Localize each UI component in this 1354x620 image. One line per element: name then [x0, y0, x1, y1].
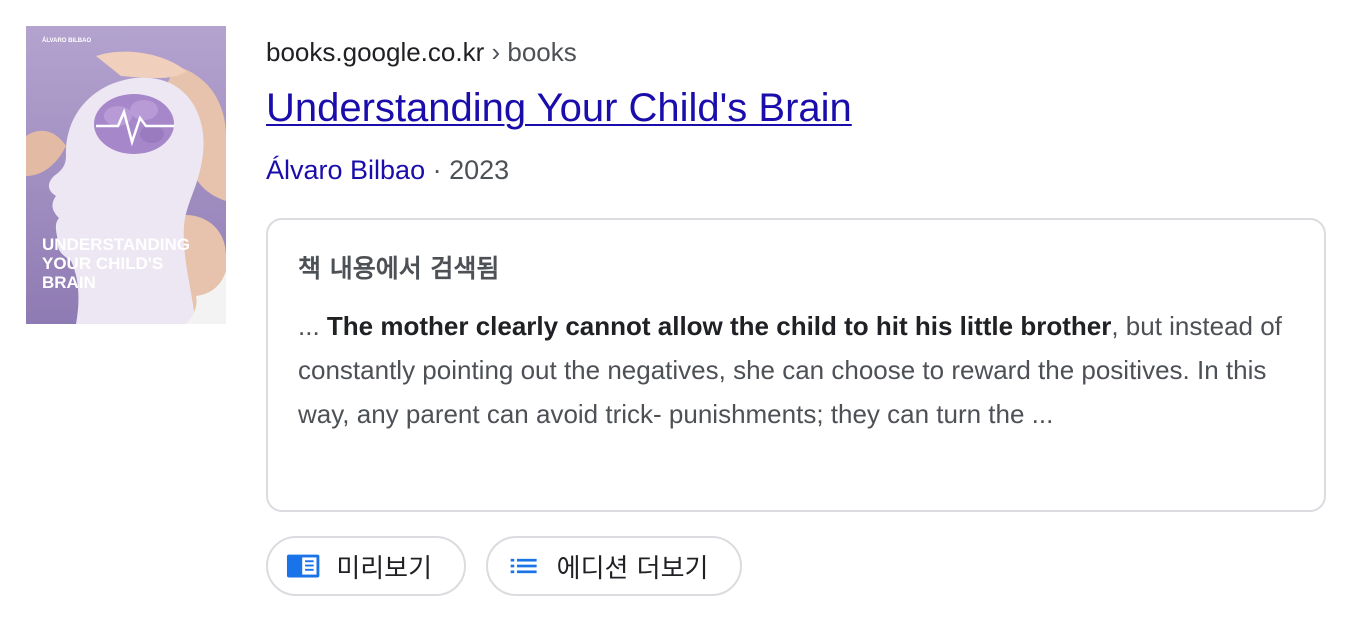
snippet-text: ... The mother clearly cannot allow the … [298, 304, 1288, 436]
publication-year: 2023 [449, 155, 510, 185]
more-editions-button[interactable]: 에디션 더보기 [486, 536, 743, 596]
action-buttons: 미리보기 에디션 더보기 [266, 536, 758, 600]
snippet-highlight: The mother clearly cannot allow the chil… [326, 311, 1112, 341]
book-cover-image[interactable]: ÁLVARO BILBAO UNDERSTANDING YOUR CHILD'S… [26, 26, 226, 324]
cover-title-line-1: UNDERSTANDING [42, 235, 190, 254]
preview-button-label: 미리보기 [336, 553, 432, 584]
breadcrumb-domain: books.google.co.kr [266, 37, 485, 67]
result-title-link[interactable]: Understanding Your Child's Brain [266, 84, 852, 132]
result-meta: Álvaro Bilbao · 2023 [266, 152, 1330, 188]
breadcrumb-separator: › [491, 37, 501, 67]
cover-author-text: ÁLVARO BILBAO [42, 37, 91, 44]
search-result: books.google.co.kr › books Understanding… [266, 34, 1330, 596]
breadcrumb-path: books [507, 37, 577, 67]
preview-button[interactable]: 미리보기 [266, 536, 466, 596]
list-icon [511, 558, 538, 574]
breadcrumb[interactable]: books.google.co.kr › books [266, 34, 1330, 70]
cover-title-line-2: YOUR CHILD'S [42, 254, 163, 273]
book-preview-icon [286, 554, 320, 578]
cover-title-line-3: BRAIN [42, 273, 96, 292]
meta-separator: · [432, 155, 442, 185]
more-editions-button-label: 에디션 더보기 [556, 553, 709, 584]
snippet-prefix: ... [298, 311, 327, 341]
snippet-label: 책 내용에서 검색됨 [298, 254, 500, 283]
author-link[interactable]: Álvaro Bilbao [266, 155, 425, 185]
book-snippet-card: 책 내용에서 검색됨 ... The mother clearly cannot… [266, 218, 1326, 512]
